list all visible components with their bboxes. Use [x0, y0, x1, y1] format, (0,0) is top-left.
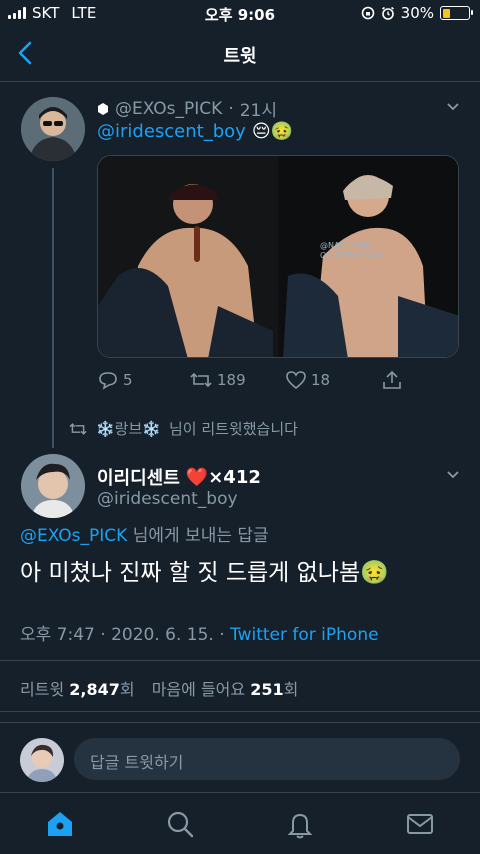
search-icon[interactable]	[165, 809, 195, 839]
retweeter-name[interactable]: ❄️랑브❄️	[96, 418, 161, 439]
svg-text:ON INSTAGRAM: ON INSTAGRAM	[320, 251, 382, 260]
share-action[interactable]	[381, 369, 403, 391]
main-author-name-row: 이리디센트 ❤️×412	[97, 464, 261, 490]
chevron-down-icon[interactable]	[446, 100, 460, 114]
thread-connector	[52, 168, 54, 448]
tab-bar	[0, 792, 480, 854]
battery-icon	[440, 6, 473, 20]
media-image: @NAMJOONX ON INSTAGRAM	[98, 156, 458, 357]
alarm-icon	[381, 6, 394, 20]
parent-author-avatar[interactable]	[21, 97, 85, 161]
reply-to-link[interactable]: @EXOs_PICK	[20, 526, 127, 546]
self-avatar	[20, 738, 64, 782]
status-bar: SKT LTE 오후 9:06 30%	[0, 0, 480, 26]
retweet-stat-count: 2,847	[69, 680, 120, 699]
retweet-count: 189	[217, 371, 246, 389]
main-author-name[interactable]: 이리디센트	[97, 464, 180, 490]
retweet-stat-label[interactable]: 리트윗	[20, 680, 64, 699]
like-stat-count: 251	[250, 680, 284, 699]
divider	[0, 722, 480, 723]
reply-icon	[99, 372, 117, 390]
retweet-action[interactable]: 189	[189, 370, 285, 390]
reply-bar: 답글 트윗하기	[0, 728, 480, 792]
svg-text:@NAMJOONX: @NAMJOONX	[320, 241, 373, 250]
share-icon	[383, 370, 401, 389]
parent-emojis: 😔🤢	[251, 121, 293, 142]
retweet-notice-suffix: 님이 리트윗했습니다	[168, 420, 298, 438]
home-icon[interactable]	[45, 809, 75, 839]
rotation-lock-icon	[361, 6, 374, 20]
main-tweet-text: 아 미쳤나 진짜 할 짓 드릅게 없나봄🤢	[20, 560, 389, 586]
page-title: 트윗	[223, 46, 257, 67]
parent-actions: 5 189 18	[97, 367, 459, 393]
verified-hex-icon	[98, 102, 108, 115]
top-nav: 트윗	[0, 26, 480, 82]
main-author-handle[interactable]: @iridescent_boy	[97, 489, 238, 509]
name-badge: ❤️×412	[185, 466, 261, 488]
tweet-stats: 리트윗 2,847회 마음에 들어요 251회	[0, 660, 480, 712]
tweet-source[interactable]: Twitter for iPhone	[230, 625, 379, 645]
reply-input[interactable]: 답글 트윗하기	[74, 738, 460, 780]
parent-tweet-text: @iridescent_boy 😔🤢	[97, 121, 293, 142]
reply-to-suffix: 님에게 보내는 답글	[132, 526, 269, 546]
chevron-down-icon[interactable]	[446, 468, 460, 482]
like-stat-unit: 회	[283, 680, 299, 699]
retweet-icon	[190, 372, 212, 388]
retweet-stat-unit: 회	[119, 680, 135, 699]
battery-percent: 30%	[400, 4, 434, 22]
tweet-timestamp: 오후 7:47 · 2020. 6. 15. ·	[20, 625, 231, 645]
heart-icon	[286, 371, 306, 390]
reply-action[interactable]: 5	[97, 370, 189, 390]
retweet-icon	[69, 422, 87, 435]
like-count: 18	[311, 371, 331, 389]
like-stat-label[interactable]: 마음에 들어요	[152, 680, 245, 699]
mention-link[interactable]: @iridescent_boy	[97, 121, 246, 142]
retweet-notice: ❄️랑브❄️ 님이 리트윗했습니다	[68, 418, 298, 439]
parent-tweet-header: @EXOs_PICK · 21시	[97, 96, 277, 121]
parent-time: 21시	[239, 101, 278, 121]
like-action[interactable]: 18	[285, 370, 381, 390]
main-author-avatar[interactable]	[21, 454, 85, 518]
parent-author-handle[interactable]: @EXOs_PICK	[115, 99, 222, 119]
reply-count: 5	[123, 371, 133, 389]
notifications-icon[interactable]	[285, 809, 315, 839]
tweet-media[interactable]: @NAMJOONX ON INSTAGRAM	[97, 155, 459, 358]
messages-icon[interactable]	[405, 809, 435, 839]
reply-context: @EXOs_PICK 님에게 보내는 답글	[20, 521, 269, 546]
tweet-timestamp-row: 오후 7:47 · 2020. 6. 15. · Twitter for iPh…	[20, 620, 379, 645]
